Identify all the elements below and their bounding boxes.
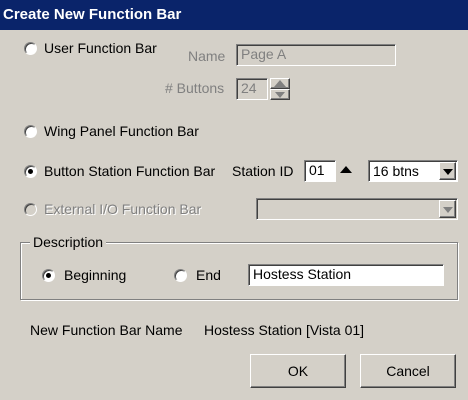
- buttons-count-down[interactable]: [270, 89, 290, 100]
- dropdown-arrow-icon: [443, 169, 453, 175]
- name-label: Name: [188, 48, 226, 64]
- spin-up-icon: [340, 166, 352, 173]
- end-radio[interactable]: [174, 269, 187, 282]
- btns-select[interactable]: 16 btns: [368, 160, 458, 182]
- spin-down-icon: [275, 92, 285, 98]
- station-id-spin-button[interactable]: [337, 160, 357, 182]
- station-id-label: Station ID: [232, 163, 294, 179]
- button-station-label: Button Station Function Bar: [44, 163, 216, 179]
- window-title: Create New Function Bar: [3, 6, 182, 23]
- buttons-count-label: # Buttons: [165, 80, 225, 96]
- external-io-radio[interactable]: [24, 203, 37, 216]
- dropdown-arrow-icon: [443, 207, 453, 213]
- cancel-button[interactable]: Cancel: [360, 354, 456, 388]
- description-legend: Description: [30, 233, 107, 251]
- end-label: End: [196, 267, 221, 283]
- buttons-count-field[interactable]: 24: [236, 78, 268, 100]
- button-station-radio[interactable]: [24, 165, 37, 178]
- ok-button[interactable]: OK: [250, 354, 346, 388]
- external-io-label: External I/O Function Bar: [44, 201, 202, 217]
- station-id-field[interactable]: 01: [304, 160, 336, 182]
- external-io-select[interactable]: [256, 198, 458, 220]
- name-field[interactable]: Page A: [236, 44, 396, 66]
- external-io-dropdown-button[interactable]: [439, 200, 456, 218]
- beginning-radio[interactable]: [42, 269, 55, 282]
- wing-panel-radio[interactable]: [24, 125, 37, 138]
- user-function-bar-label: User Function Bar: [44, 40, 157, 56]
- new-function-bar-name-label: New Function Bar Name: [30, 322, 183, 338]
- wing-panel-label: Wing Panel Function Bar: [44, 123, 199, 139]
- user-function-bar-radio[interactable]: [24, 42, 37, 55]
- btns-select-value: 16 btns: [373, 163, 419, 179]
- new-function-bar-name-value: Hostess Station [Vista 01]: [204, 322, 365, 338]
- title-bar: Create New Function Bar: [0, 0, 468, 30]
- buttons-count-up[interactable]: [270, 78, 290, 89]
- description-field[interactable]: Hostess Station: [248, 264, 444, 286]
- spin-up-icon: [274, 80, 286, 87]
- btns-select-dropdown-button[interactable]: [439, 162, 456, 180]
- beginning-label: Beginning: [64, 267, 127, 283]
